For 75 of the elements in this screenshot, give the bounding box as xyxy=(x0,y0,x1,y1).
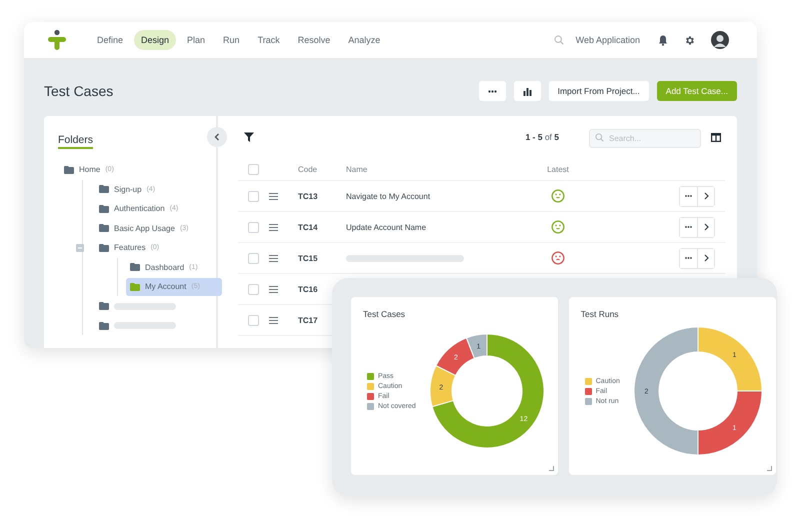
test-case-name[interactable]: Update Account Name xyxy=(346,222,426,232)
dots-icon xyxy=(488,90,497,92)
test-case-name[interactable]: Navigate to My Account xyxy=(346,192,430,200)
test-case-code: TC15 xyxy=(298,254,318,262)
test-case-code: TC14 xyxy=(298,222,318,232)
row-checkbox[interactable] xyxy=(248,222,259,232)
bell-icon[interactable] xyxy=(658,34,668,46)
chevron-right-icon xyxy=(704,192,708,200)
open-button[interactable] xyxy=(697,186,714,206)
folder-label: Home xyxy=(79,165,100,174)
avatar[interactable] xyxy=(711,31,729,49)
open-button[interactable] xyxy=(697,248,714,268)
folder-icon xyxy=(99,224,109,232)
page-title: Test Cases xyxy=(44,83,114,99)
folder-icon xyxy=(99,185,109,193)
project-selector[interactable]: Web Application xyxy=(576,35,640,45)
drag-handle-icon[interactable] xyxy=(269,224,278,230)
folder-icon xyxy=(130,282,140,290)
logo-icon[interactable] xyxy=(46,29,68,51)
placeholder-bar xyxy=(114,322,176,329)
search-field[interactable]: Search... xyxy=(589,128,701,148)
test-case-code: TC17 xyxy=(298,316,318,324)
nav-tab[interactable]: Analyze xyxy=(341,30,388,50)
more-button[interactable] xyxy=(478,81,506,101)
chart-button[interactable] xyxy=(514,81,541,101)
folder-label: Dashboard xyxy=(145,262,184,272)
nav-tab[interactable]: Plan xyxy=(180,30,212,50)
folder-icon xyxy=(99,302,109,310)
test-case-code: TC16 xyxy=(298,284,318,294)
pagination-text: 1 - 5 of 5 xyxy=(525,132,559,142)
row-checkbox[interactable] xyxy=(248,284,259,294)
folder-label: Sign-up xyxy=(114,184,142,194)
columns-icon[interactable] xyxy=(711,132,721,142)
settings-icon[interactable] xyxy=(684,34,695,46)
chart-title: Test Cases xyxy=(363,309,406,319)
open-button[interactable] xyxy=(697,218,714,236)
drag-handle-icon[interactable] xyxy=(269,254,278,262)
filter-icon[interactable] xyxy=(244,132,254,142)
drag-handle-icon[interactable] xyxy=(269,316,278,324)
row-checkbox[interactable] xyxy=(248,190,259,202)
folder-icon xyxy=(99,322,109,330)
resize-handle-icon[interactable] xyxy=(548,466,554,471)
drag-handle-icon[interactable] xyxy=(269,286,278,292)
import-button[interactable]: Import From Project... xyxy=(548,81,649,101)
nav-tab[interactable]: Track xyxy=(250,30,287,50)
nav-tab[interactable]: Run xyxy=(216,30,247,50)
chevron-right-icon xyxy=(704,223,708,231)
folder-icon xyxy=(64,166,74,174)
column-header: Code xyxy=(298,165,318,174)
nav-tab[interactable]: Design xyxy=(134,30,176,50)
folder-label: Authentication xyxy=(114,204,165,213)
folder-icon xyxy=(130,263,140,271)
select-all-checkbox[interactable] xyxy=(248,164,259,175)
row-checkbox[interactable] xyxy=(248,252,259,264)
column-header: Latest xyxy=(547,165,569,174)
collapse-panel-button[interactable] xyxy=(207,127,227,147)
resize-handle-icon[interactable] xyxy=(766,466,772,471)
nav-tab[interactable]: Define xyxy=(90,30,130,50)
chevron-left-icon xyxy=(214,133,220,141)
column-header: Name xyxy=(346,165,368,174)
nav-tab[interactable]: Resolve xyxy=(290,30,338,50)
drag-handle-icon[interactable] xyxy=(269,192,278,200)
search-icon xyxy=(595,132,604,142)
chevron-right-icon xyxy=(704,254,708,262)
folders-heading: Folders xyxy=(58,134,94,149)
folder-label: Features xyxy=(114,243,146,252)
chart-title: Test Runs xyxy=(580,309,620,319)
bar-chart-icon xyxy=(522,86,532,96)
placeholder-bar xyxy=(114,302,176,310)
folder-label: My Account xyxy=(145,282,186,291)
folder-icon xyxy=(99,244,109,252)
folder-icon xyxy=(99,204,109,212)
folder-label: Basic App Usage xyxy=(114,224,175,232)
test-case-code: TC13 xyxy=(298,192,318,200)
row-checkbox[interactable] xyxy=(248,314,259,326)
